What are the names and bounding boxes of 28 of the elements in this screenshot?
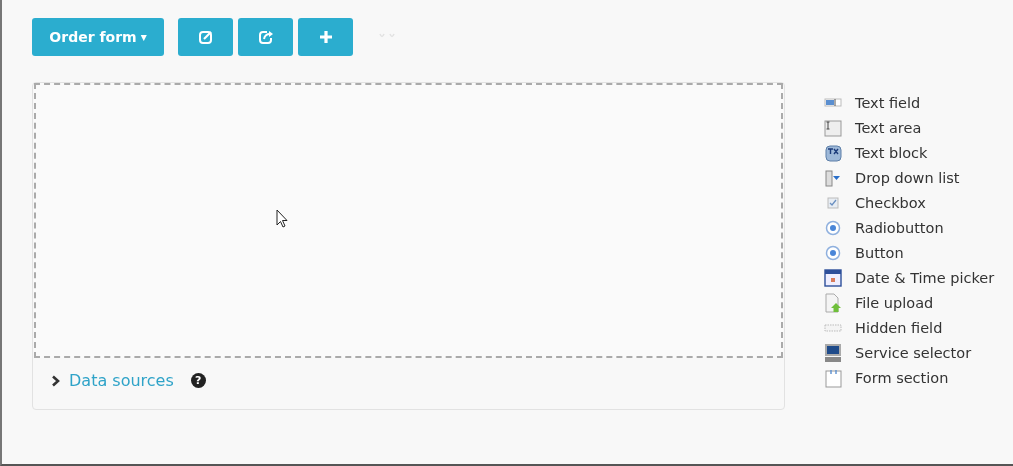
palette-item[interactable]: Button — [855, 244, 904, 261]
share-button[interactable] — [238, 18, 293, 56]
datetime-icon — [823, 267, 843, 288]
palette-item[interactable]: Checkbox — [855, 194, 926, 211]
share-icon — [257, 29, 274, 45]
dropdown-icon — [823, 167, 843, 188]
palette-item[interactable]: Text block — [855, 144, 928, 161]
palette-item[interactable]: File upload — [855, 294, 934, 311]
edit-icon — [197, 29, 214, 45]
palette-item[interactable]: Text field — [855, 94, 921, 111]
palette-item[interactable]: Hidden field — [855, 319, 943, 336]
chevron-icon[interactable] — [51, 374, 60, 387]
edit-button[interactable] — [178, 18, 233, 56]
plus-icon — [318, 30, 333, 44]
help-icon[interactable]: ? — [190, 373, 206, 388]
service-icon — [823, 342, 843, 363]
textarea-icon — [823, 117, 843, 138]
palette-item[interactable]: Date & Time picker — [855, 269, 995, 286]
palette-item[interactable]: Text area — [855, 119, 922, 136]
textblock-icon — [823, 142, 843, 163]
palette-item[interactable]: Form section — [855, 369, 949, 386]
palette-item[interactable]: Radiobutton — [855, 219, 944, 236]
add-button[interactable] — [298, 18, 353, 56]
palette-item[interactable]: Drop down list — [855, 169, 960, 186]
pointer-icon — [276, 209, 288, 228]
section-icon — [823, 367, 843, 388]
file-icon — [823, 292, 843, 313]
palette-item[interactable]: Service selector — [855, 344, 972, 361]
